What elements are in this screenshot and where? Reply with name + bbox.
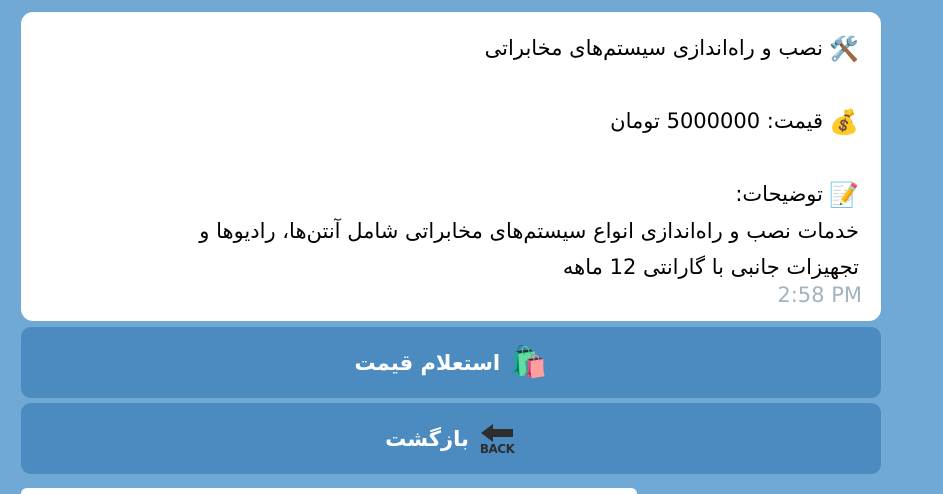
price-line: 💰قیمت: 5000000 تومان bbox=[43, 103, 859, 140]
back-button[interactable]: BACK بازگشت bbox=[21, 403, 881, 474]
tools-icon: 🛠️ bbox=[829, 35, 859, 63]
message-time: 2:58 PM bbox=[777, 283, 862, 307]
price-text: قیمت: 5000000 تومان bbox=[610, 109, 823, 133]
memo-icon: 📝 bbox=[829, 181, 859, 209]
next-message-bubble bbox=[21, 488, 637, 494]
back-label: بازگشت bbox=[385, 426, 469, 451]
chat-area: 🛠️نصب و راه‌اندازی سیستم‌های مخابراتی 💰ق… bbox=[0, 0, 943, 494]
description-line-2: تجهیزات جانبی با گارانتی 12 ماهه bbox=[562, 255, 859, 279]
back-arrow-icon: BACK bbox=[477, 422, 517, 456]
money-bag-icon: 💰 bbox=[829, 108, 859, 136]
service-title: 🛠️نصب و راه‌اندازی سیستم‌های مخابراتی bbox=[43, 30, 859, 67]
description-line-1: خدمات نصب و راه‌اندازی انواع سیستم‌های م… bbox=[199, 219, 859, 243]
price-inquiry-button[interactable]: 🛍️ استعلام قیمت bbox=[21, 327, 881, 398]
price-inquiry-label: استعلام قیمت bbox=[354, 350, 501, 375]
description-label-text: توضیحات: bbox=[735, 182, 823, 206]
service-title-text: نصب و راه‌اندازی سیستم‌های مخابراتی bbox=[484, 36, 823, 60]
back-icon-text: BACK bbox=[479, 441, 515, 456]
message-bubble: 🛠️نصب و راه‌اندازی سیستم‌های مخابراتی 💰ق… bbox=[21, 12, 881, 321]
description-label: 📝توضیحات: bbox=[43, 176, 859, 213]
shopping-bags-icon: 🛍️ bbox=[510, 344, 548, 380]
